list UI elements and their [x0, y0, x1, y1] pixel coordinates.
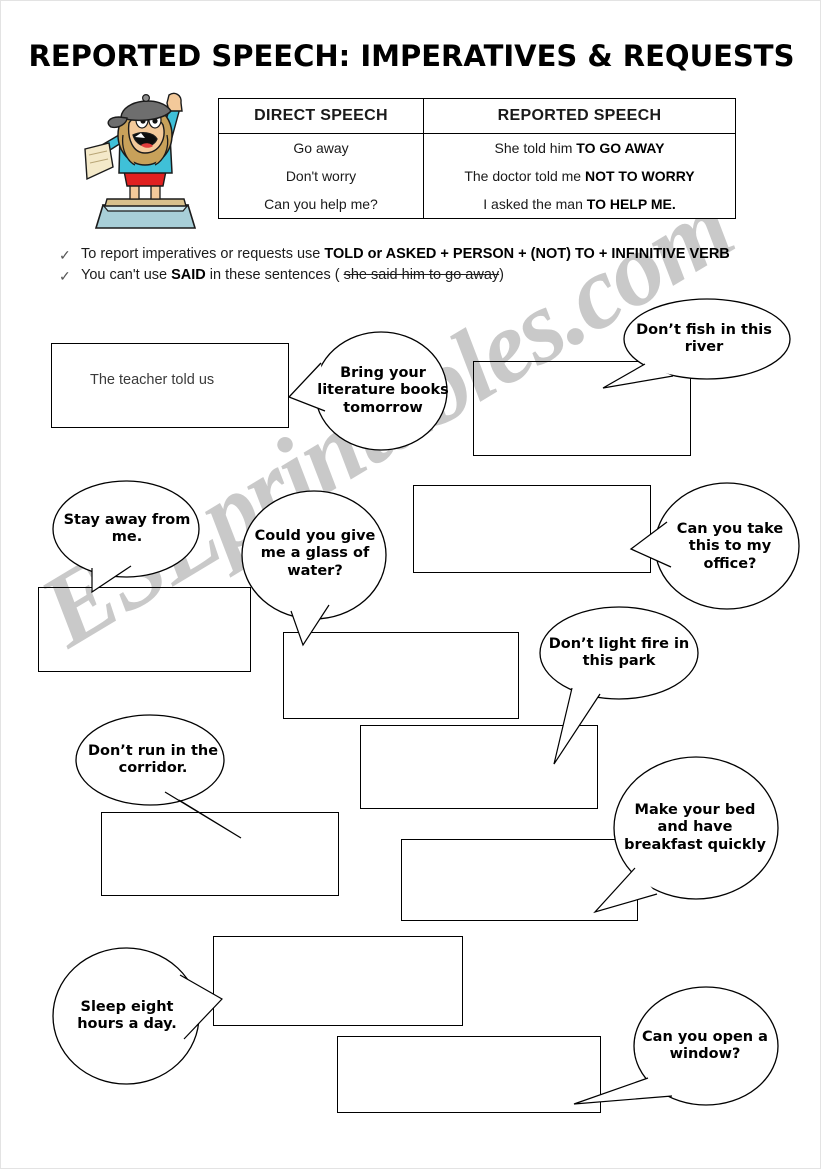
speech-bubble-ex6: Don’t light fire in this park: [538, 606, 700, 766]
rule-2-bold: SAID: [171, 267, 206, 284]
speech-bubble-ex9: Sleep eight hours a day.: [52, 947, 223, 1085]
speech-bubble-ex3: Stay away from me.: [52, 480, 202, 600]
cell-reported-1-plain: She told him: [494, 140, 577, 156]
cartoon-teacher-illustration: [83, 87, 208, 232]
speech-bubble-ex1: Bring your literature books tomorrow: [287, 331, 459, 451]
rule-2-struck-example: she said him to go away: [343, 267, 500, 284]
rule-item-2-text: You can't use SAID in these sentences ( …: [81, 266, 749, 285]
cell-reported-1-bold: TO GO AWAY: [576, 140, 665, 156]
table-row: Go away She told him TO GO AWAY: [218, 133, 736, 162]
answer-box-ex5[interactable]: [413, 485, 651, 573]
rule-item-1-text: To report imperatives or requests use TO…: [81, 245, 749, 264]
answer-box-ex10[interactable]: [337, 1036, 601, 1113]
speech-bubble-ex5: Can you take this to my office?: [629, 482, 803, 612]
speech-bubble-ex2: Don’t fish in this river: [602, 298, 795, 398]
cell-reported-2: The doctor told me NOT TO WORRY: [423, 162, 736, 190]
cell-reported-1: She told him TO GO AWAY: [423, 133, 736, 162]
table-row: Don't worry The doctor told me NOT TO WO…: [218, 162, 736, 190]
speech-bubble-ex8: Make your bed and have breakfast quickly: [593, 756, 779, 916]
rule-2-plain-1: You can't use: [81, 267, 172, 284]
rule-1-bold: TOLD or ASKED + PERSON + (NOT) TO + INFI…: [324, 246, 730, 262]
rule-item-2: ✓ You can't use SAID in these sentences …: [59, 266, 749, 285]
rule-2-plain-3: ): [499, 267, 504, 284]
rule-1-plain: To report imperatives or requests use: [81, 246, 325, 262]
speech-bubble-ex7: Don’t run in the corridor.: [75, 714, 242, 839]
cell-reported-3-bold: TO HELP ME.: [586, 196, 676, 212]
check-icon: ✓: [59, 268, 71, 285]
cell-reported-3-plain: I asked the man: [483, 196, 587, 212]
cell-direct-1: Go away: [218, 133, 424, 162]
check-icon: ✓: [59, 247, 71, 263]
table-header-row: DIRECT SPEECH REPORTED SPEECH: [218, 98, 736, 134]
answer-box-ex1[interactable]: The teacher told us: [51, 343, 289, 428]
table-header-direct: DIRECT SPEECH: [218, 98, 424, 134]
page-title: REPORTED SPEECH: IMPERATIVES & REQUESTS: [28, 39, 795, 73]
speech-bubble-ex10: Can you open a window?: [573, 986, 784, 1116]
answer-box-ex9[interactable]: [213, 936, 463, 1026]
answer-box-ex1-text: The teacher told us: [90, 372, 215, 388]
table-header-reported: REPORTED SPEECH: [423, 98, 736, 134]
table-row: Can you help me? I asked the man TO HELP…: [218, 190, 736, 219]
cell-reported-2-plain: The doctor told me: [464, 168, 585, 184]
cell-direct-3: Can you help me?: [218, 190, 424, 219]
cell-direct-2: Don't worry: [218, 162, 424, 190]
worksheet-page: ESLprintables.com REPORTED SPEECH: IMPER…: [0, 0, 821, 1169]
reference-table: DIRECT SPEECH REPORTED SPEECH Go away Sh…: [218, 98, 736, 219]
rule-2-plain-2: in these sentences (: [205, 267, 344, 284]
rule-item-1: ✓ To report imperatives or requests use …: [59, 245, 749, 264]
rules-list: ✓ To report imperatives or requests use …: [59, 245, 749, 287]
cell-reported-2-bold: NOT TO WORRY: [584, 168, 695, 184]
cell-reported-3: I asked the man TO HELP ME.: [423, 190, 736, 219]
speech-bubble-ex4: Could you give me a glass of water?: [241, 489, 389, 649]
